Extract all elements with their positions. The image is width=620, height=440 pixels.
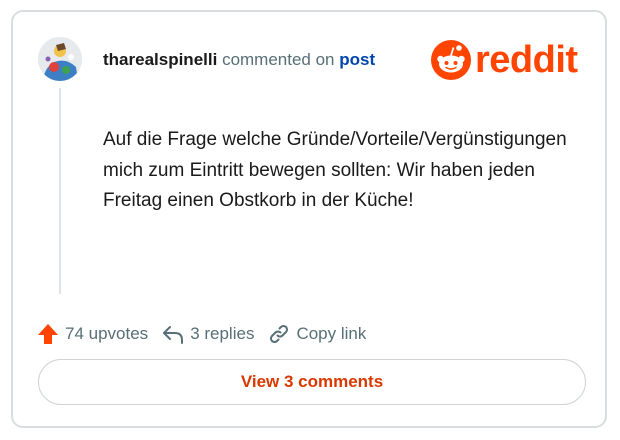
upvote-arrow-icon: [37, 323, 59, 345]
upvote-count: 74 upvotes: [65, 324, 149, 343]
username[interactable]: tharealspinelli: [103, 50, 217, 69]
post-link[interactable]: post: [339, 50, 375, 69]
reddit-logo[interactable]: reddit: [431, 40, 578, 80]
reply-arrow-icon: [162, 324, 184, 344]
avatar-image: [38, 37, 82, 81]
comment-actions: 74 upvotes 3 replies Copy link: [37, 321, 366, 347]
view-comments-button[interactable]: View 3 comments: [38, 359, 586, 405]
copy-link-label: Copy link: [296, 324, 367, 343]
copy-link-button[interactable]: Copy link: [268, 323, 366, 345]
upvote-button[interactable]: 74 upvotes: [37, 323, 148, 345]
thread-line: [59, 88, 61, 294]
avatar[interactable]: [38, 37, 82, 81]
comment-card: tharealspinelli commented on post reddit…: [11, 10, 607, 428]
logo-wordmark: reddit: [475, 39, 578, 81]
reddit-snoo-icon: [431, 40, 471, 80]
comment-action-text: commented on: [222, 50, 335, 69]
link-icon: [268, 323, 290, 345]
replies-count: 3 replies: [190, 324, 255, 343]
comment-body: Auf die Frage welche Gründe/Vorteile/Ver…: [103, 129, 567, 211]
comment-header: tharealspinelli commented on post: [103, 50, 375, 70]
replies-button[interactable]: 3 replies: [162, 324, 254, 344]
